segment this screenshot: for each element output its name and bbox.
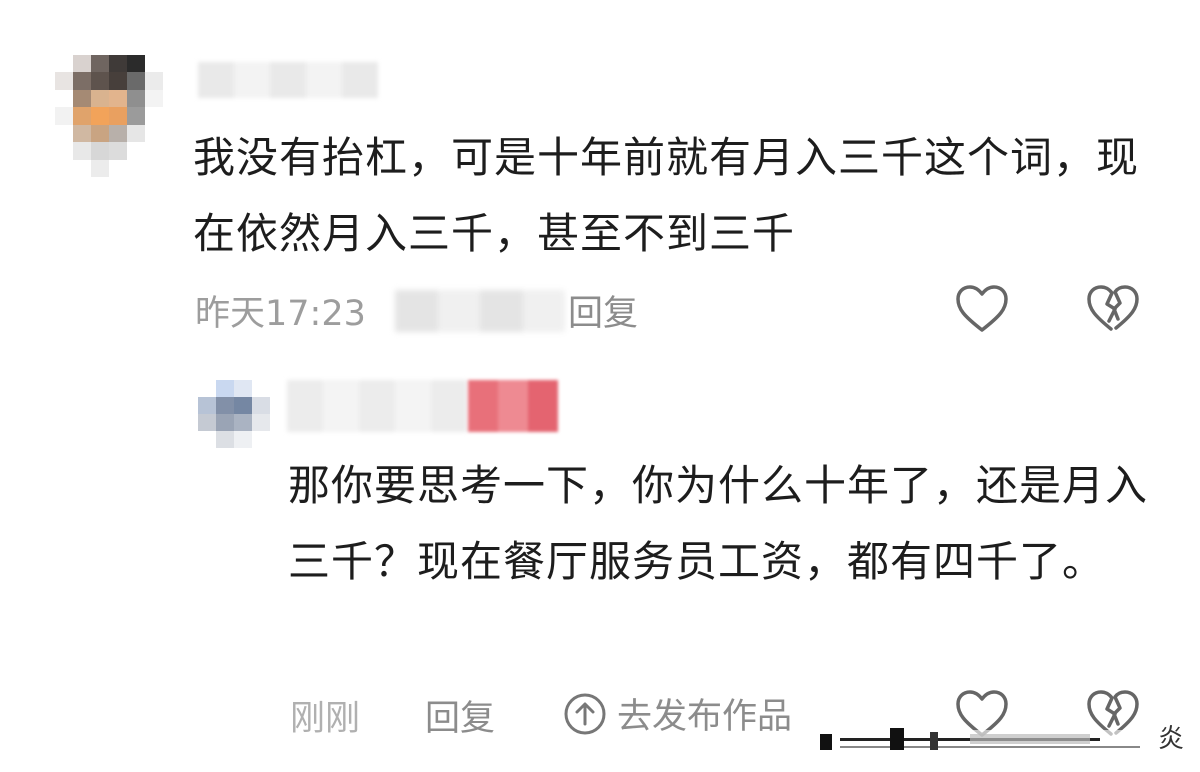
avatar[interactable]	[55, 55, 163, 177]
watermark-graphic	[810, 728, 1200, 750]
reply-time: 刚刚	[290, 699, 361, 739]
username-blurred[interactable]	[198, 62, 378, 98]
broken-heart-icon[interactable]	[1085, 283, 1141, 335]
publish-label: 去发布作品	[617, 697, 793, 737]
reply-button[interactable]: 回复	[568, 285, 638, 336]
reply-reply-button[interactable]: 回复	[425, 690, 495, 741]
heart-icon[interactable]	[954, 283, 1010, 335]
reply-text: 那你要思考一下，你为什么十年了，还是月入三千？现在餐厅服务员工资，都有四千了。	[288, 461, 1149, 586]
comment-text: 我没有抬杠，可是十年前就有月入三千这个词，现在依然月入三千，甚至不到三千	[193, 133, 1140, 258]
reply-username-blurred[interactable]	[287, 380, 467, 432]
author-badge-blurred	[468, 380, 558, 432]
reply-avatar[interactable]	[198, 380, 270, 448]
watermark-text: 炎	[1158, 724, 1185, 754]
publish-work-button[interactable]: 去发布作品	[563, 688, 792, 739]
location-blurred	[395, 290, 565, 332]
comment-time: 昨天17:23	[195, 294, 366, 334]
arrow-up-circle-icon	[564, 693, 606, 734]
